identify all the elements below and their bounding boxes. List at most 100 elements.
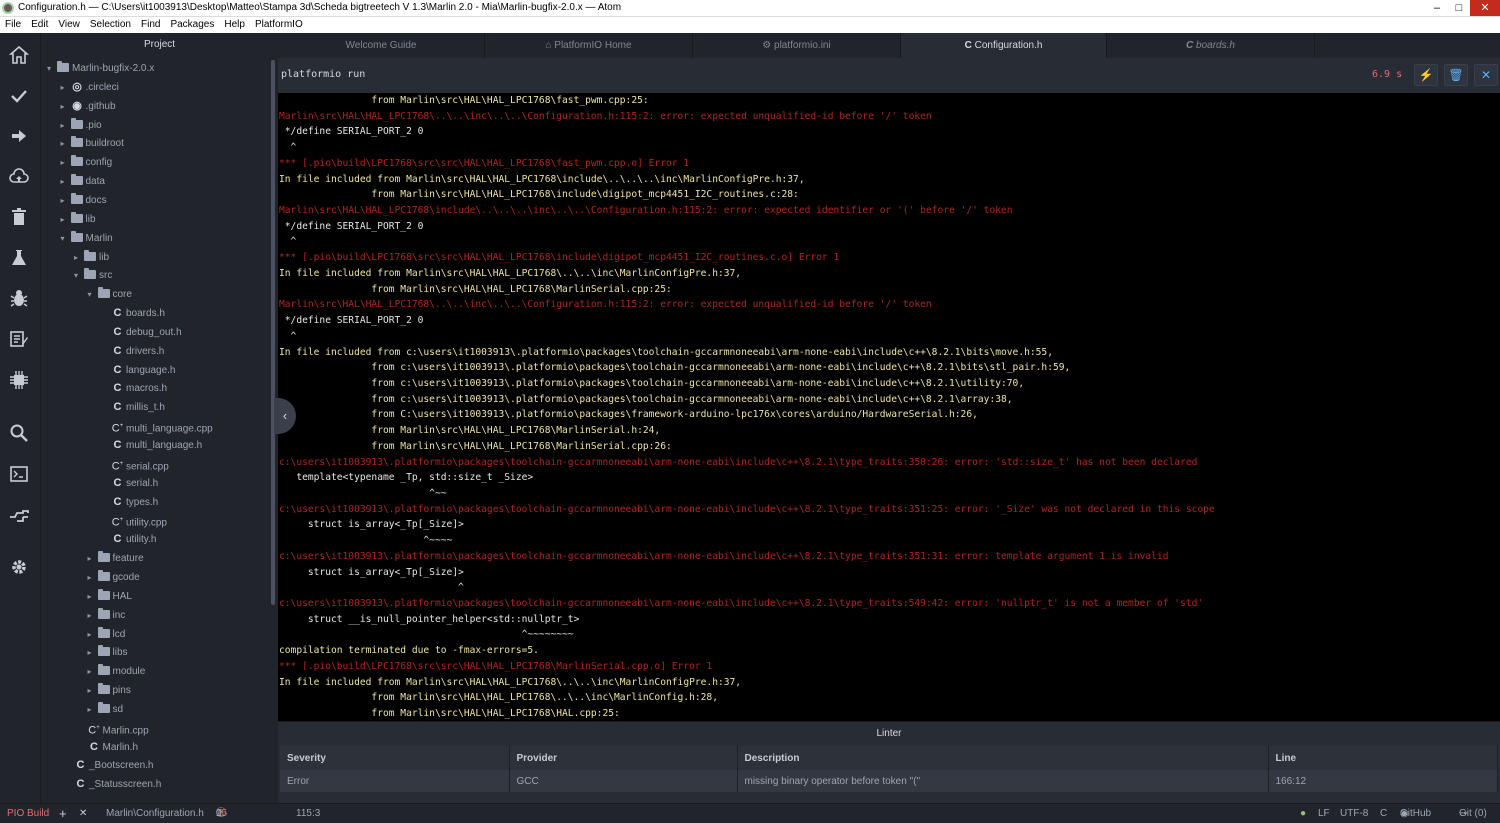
flask-icon[interactable] [9,248,31,270]
chevron-down-icon[interactable]: ▾ [88,285,98,304]
clear-output-button[interactable]: 🗑 [1444,64,1468,86]
tree-folder[interactable]: ▸ ◎ .circleci [61,78,119,97]
line-ending[interactable]: LF [1318,804,1330,823]
tree-file[interactable]: Cmulti_language.h [101,436,203,455]
tree-folder[interactable]: ▸ module [88,662,145,681]
chevron-right-icon[interactable]: ▸ [88,681,98,700]
chevron-down-icon[interactable]: ▾ [47,59,57,78]
file-encoding[interactable]: UTF-8 [1340,804,1368,823]
column-description[interactable]: Description [737,746,1269,770]
column-line[interactable]: Line [1268,746,1498,770]
trash-icon[interactable] [9,207,31,229]
tree-folder[interactable]: ▾ Marlin-bugfix-2.0.x [47,59,154,78]
arrow-right-icon[interactable] [9,126,31,148]
tab-platformio-home[interactable]: ⌂ PlatformIO Home [485,33,693,58]
chevron-down-icon[interactable]: ▾ [61,229,71,248]
grammar-selector[interactable]: C [1380,804,1387,823]
home-icon[interactable] [8,45,31,67]
tree-folder[interactable]: ▾ core [88,285,132,304]
chevron-right-icon[interactable]: ▸ [61,210,71,229]
tree-folder[interactable]: ▸ lib [61,210,96,229]
tree-folder[interactable]: ▸ gcode [88,568,140,587]
menu-view[interactable]: View [53,17,85,33]
search-icon[interactable] [9,423,31,445]
plug-icon[interactable] [9,505,31,527]
close-terminal-button[interactable]: ✕ [79,804,87,823]
edit-list-icon[interactable] [9,329,31,351]
new-terminal-button[interactable]: + [59,804,67,823]
tree-folder[interactable]: ▸ HAL [88,587,132,606]
chevron-right-icon[interactable]: ▸ [88,587,98,606]
menu-packages[interactable]: Packages [165,17,219,33]
build-output-console[interactable]: from Marlin\src\HAL\HAL_LPC1768\fast_pwm… [278,93,1500,721]
tree-folder[interactable]: ▸ config [61,153,112,172]
menu-find[interactable]: Find [136,17,165,33]
cloud-upload-icon[interactable] [9,167,31,189]
tree-folder[interactable]: ▸ .pio [61,116,102,135]
cursor-position[interactable]: 115:3 [296,804,320,823]
rerun-build-button[interactable]: ⚡ [1414,64,1438,86]
tree-folder[interactable]: ▸ data [61,172,105,191]
tree-file[interactable]: Cboards.h [101,304,165,323]
tree-file[interactable]: Cdrivers.h [101,342,165,361]
chevron-right-icon[interactable]: ▸ [88,625,98,644]
tree-folder[interactable]: ▸ inc [88,606,125,625]
menu-selection[interactable]: Selection [85,17,136,33]
chevron-right-icon[interactable]: ▸ [88,549,98,568]
bug-icon[interactable] [9,288,31,310]
tree-file[interactable]: C+ utility.cpp [101,511,167,530]
gear-icon[interactable] [9,557,31,579]
tree-folder[interactable]: ▸ ◉ .github [61,97,116,116]
minimize-button[interactable]: – [1426,0,1448,16]
chevron-right-icon[interactable]: ▸ [74,248,84,267]
chevron-right-icon[interactable]: ▸ [61,191,71,210]
tree-folder[interactable]: ▸ feature [88,549,144,568]
tree-folder[interactable]: ▸ docs [61,191,107,210]
tree-folder[interactable]: ▸ lcd [88,625,125,644]
tree-file[interactable]: Cmacros.h [101,379,168,398]
tree-file[interactable]: C+ serial.cpp [101,455,169,474]
menu-platformio[interactable]: PlatformIO [250,17,308,33]
menu-edit[interactable]: Edit [26,17,53,33]
chevron-right-icon[interactable]: ▸ [61,97,71,116]
tab-configuration-h[interactable]: C Configuration.h [901,33,1107,58]
tree-file[interactable]: Cdebug_out.h [101,323,182,342]
chevron-right-icon[interactable]: ▸ [61,153,71,172]
tree-scrollbar[interactable] [271,60,275,605]
tree-file[interactable]: C Marlin.h [88,738,138,757]
tree-file[interactable]: C _Statusscreen.h [74,775,162,794]
tree-file[interactable]: C+ multi_language.cpp [101,417,213,436]
close-panel-button[interactable]: ✕ [1474,64,1498,86]
chevron-right-icon[interactable]: ▸ [88,568,98,587]
check-icon[interactable] [9,86,31,108]
chevron-right-icon[interactable]: ▸ [88,700,98,719]
tree-file[interactable]: Cmillis_t.h [101,398,165,417]
tree-file[interactable]: Cutility.h [101,530,157,549]
pio-build-status[interactable]: PIO Build [7,804,49,823]
tree-folder[interactable]: ▾ src [74,266,112,285]
chevron-right-icon[interactable]: ▸ [61,134,71,153]
chevron-right-icon[interactable]: ▸ [61,116,71,135]
chevron-right-icon[interactable]: ▸ [61,78,71,97]
tree-file[interactable]: C+ Marlin.cpp [88,719,148,738]
tree-folder[interactable]: ▸ libs [88,643,128,662]
menu-help[interactable]: Help [219,17,250,33]
tree-folder[interactable]: ▸ lib [74,248,109,267]
tree-file[interactable]: C _Bootscreen.h [74,756,154,775]
terminal-icon[interactable] [9,464,31,486]
menu-file[interactable]: File [0,17,26,33]
current-file-path[interactable]: Marlin\Configuration.h [106,804,204,823]
tab-platformio-ini[interactable]: ⚙ platformio.ini [693,33,901,58]
tree-file[interactable]: Clanguage.h [101,361,176,380]
chevron-right-icon[interactable]: ▸ [88,606,98,625]
tab-boards-h[interactable]: C boards.h [1107,33,1315,58]
close-window-button[interactable]: ✕ [1470,0,1500,16]
tree-folder[interactable]: ▸ sd [88,700,123,719]
chevron-right-icon[interactable]: ▸ [61,172,71,191]
chevron-right-icon[interactable]: ▸ [88,643,98,662]
chevron-right-icon[interactable]: ▸ [88,662,98,681]
column-severity[interactable]: Severity [280,746,510,770]
tab-welcome-guide[interactable]: Welcome Guide [278,33,485,58]
chip-icon[interactable] [9,370,31,392]
table-row[interactable]: Error GCC missing binary operator before… [280,770,1498,792]
